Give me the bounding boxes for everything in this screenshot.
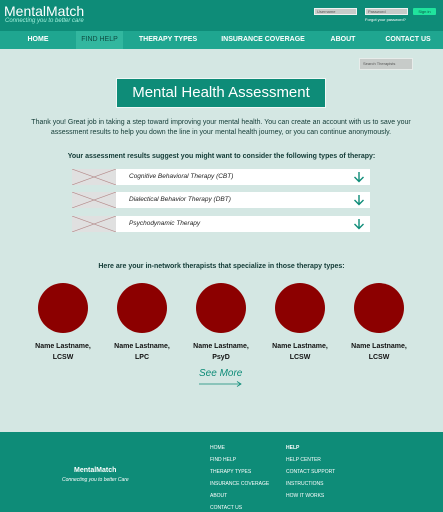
chevron-down-icon[interactable]	[353, 171, 365, 183]
image-placeholder-icon	[72, 216, 116, 232]
therapist-credential: LCSW	[52, 354, 74, 361]
footer-link-home[interactable]: HOME	[210, 442, 269, 454]
site-logo[interactable]: MentalMatch	[4, 4, 84, 18]
footer-link-instructions[interactable]: INSTRUCTIONS	[286, 478, 335, 490]
therapist-name-line: Name Lastname,	[35, 343, 91, 350]
site-tagline: Connecting you to better care	[5, 18, 84, 24]
arrow-right-icon[interactable]	[199, 381, 243, 387]
footer-brand: MentalMatch	[74, 467, 117, 474]
therapist-name-line: Name Lastname,	[114, 343, 170, 350]
therapist-card[interactable]: Name Lastname, PsyD	[185, 283, 257, 363]
therapist-name: Name Lastname, LCSW	[343, 341, 415, 363]
forgot-password-link[interactable]: Forgot your password?	[365, 17, 406, 22]
username-input[interactable]: Username	[314, 8, 357, 15]
therapist-name-line: Name Lastname,	[193, 343, 249, 350]
footer-link-insurance[interactable]: INSURANCE COVERAGE	[210, 478, 269, 490]
nav-contact-us[interactable]: CONTACT US	[373, 31, 443, 49]
therapy-row-psychodynamic[interactable]: Psychodynamic Therapy	[72, 216, 370, 232]
therapy-row-cbt[interactable]: Cognitive Behavioral Therapy (CBT)	[72, 169, 370, 185]
nav-about[interactable]: ABOUT	[313, 31, 373, 49]
footer-link-how-it-works[interactable]: HOW IT WORKS	[286, 490, 335, 502]
intro-text: Thank you! Great job in taking a step to…	[31, 119, 411, 136]
results-heading: Your assessment results suggest you migh…	[67, 153, 376, 160]
nav-insurance-coverage[interactable]: INSURANCE COVERAGE	[213, 31, 313, 49]
footer-link-contact-support[interactable]: CONTACT SUPPORT	[286, 466, 335, 478]
signin-button[interactable]: Sign in	[413, 8, 436, 15]
footer-link-therapy-types[interactable]: THERAPY TYPES	[210, 466, 269, 478]
therapy-row-dbt[interactable]: Dialectical Behavior Therapy (DBT)	[72, 192, 370, 208]
image-placeholder-icon	[72, 169, 116, 185]
image-placeholder-icon	[72, 192, 116, 208]
site-header: MentalMatch Connecting you to better car…	[0, 0, 443, 31]
chevron-down-icon[interactable]	[353, 194, 365, 206]
therapist-credential: LCSW	[368, 354, 390, 361]
main-nav: HOME FIND HELP THERAPY TYPES INSURANCE C…	[0, 31, 443, 49]
therapist-card[interactable]: Name Lastname, LCSW	[343, 283, 415, 363]
chevron-down-icon[interactable]	[353, 218, 365, 230]
password-input[interactable]: Password	[365, 8, 408, 15]
therapist-name: Name Lastname, PsyD	[185, 341, 257, 363]
therapist-name-line: Name Lastname,	[272, 343, 328, 350]
therapist-name-line: Name Lastname,	[351, 343, 407, 350]
footer-help-heading: HELP	[286, 445, 300, 451]
page-title: Mental Health Assessment	[116, 78, 326, 108]
nav-therapy-types[interactable]: THERAPY TYPES	[123, 31, 213, 49]
nav-find-help[interactable]: FIND HELP	[76, 31, 123, 49]
therapist-credential: LPC	[135, 354, 149, 361]
footer-help-column: HELP HELP CENTER CONTACT SUPPORT INSTRUC…	[286, 442, 335, 502]
avatar[interactable]	[275, 283, 325, 333]
therapist-card[interactable]: Name Lastname, LPC	[106, 283, 178, 363]
therapy-label: Psychodynamic Therapy	[129, 220, 201, 227]
therapist-credential: PsyD	[212, 354, 230, 361]
therapy-label: Cognitive Behavioral Therapy (CBT)	[129, 173, 234, 180]
search-therapists-input[interactable]: Search Therapists	[359, 58, 413, 70]
site-footer: MentalMatch Connecting you to better Car…	[0, 432, 443, 512]
therapist-name: Name Lastname, LCSW	[264, 341, 336, 363]
therapist-name: Name Lastname, LCSW	[27, 341, 99, 363]
footer-link-help-center[interactable]: HELP CENTER	[286, 454, 335, 466]
therapist-credential: LCSW	[289, 354, 311, 361]
footer-link-find-help[interactable]: FIND HELP	[210, 454, 269, 466]
nav-home[interactable]: HOME	[0, 31, 76, 49]
avatar[interactable]	[354, 283, 404, 333]
therapist-name: Name Lastname, LPC	[106, 341, 178, 363]
footer-link-about[interactable]: ABOUT	[210, 490, 269, 502]
therapists-heading: Here are your in-network therapists that…	[98, 263, 345, 270]
therapist-card[interactable]: Name Lastname, LCSW	[264, 283, 336, 363]
see-more-link[interactable]: See More	[199, 368, 242, 379]
therapist-card[interactable]: Name Lastname, LCSW	[27, 283, 99, 363]
footer-link-contact[interactable]: CONTACT US	[210, 502, 269, 512]
avatar[interactable]	[117, 283, 167, 333]
avatar[interactable]	[38, 283, 88, 333]
footer-nav-column: HOME FIND HELP THERAPY TYPES INSURANCE C…	[210, 442, 269, 512]
footer-tagline: Connecting you to better Care	[62, 477, 129, 483]
avatar[interactable]	[196, 283, 246, 333]
therapy-label: Dialectical Behavior Therapy (DBT)	[129, 196, 231, 203]
